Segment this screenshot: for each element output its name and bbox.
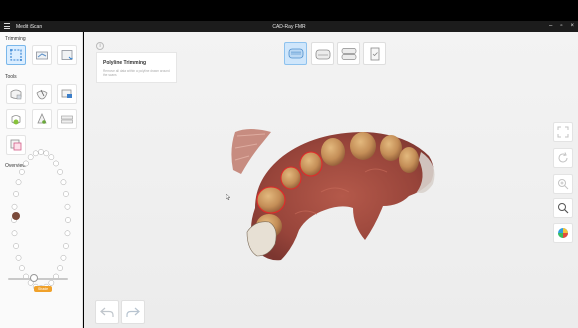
tooth-position[interactable] [53,160,59,167]
minimize-button[interactable]: – [549,23,552,29]
document-title: CAD-Ray FMR [272,23,306,30]
brush-trim-button[interactable] [32,45,52,65]
tooth-position[interactable] [57,169,63,175]
redo-button[interactable] [121,300,145,324]
tooth-position[interactable] [27,154,34,161]
rotate-icon [558,152,568,163]
color-map-icon [558,228,568,238]
fill-tool[interactable] [32,109,52,129]
restore-button[interactable]: ▫ [560,23,562,29]
fit-screen-button[interactable] [553,122,573,142]
close-button[interactable]: × [570,23,574,29]
selected-tooth[interactable] [12,212,20,220]
title-bar: Medit iScan CAD-Ray FMR – ▫ × [0,21,578,32]
report-button[interactable] [363,42,386,65]
scan-data-tool[interactable] [6,84,26,104]
tooth-position[interactable] [60,179,67,186]
tooth-position[interactable] [11,203,18,210]
undo-button[interactable] [95,300,119,324]
bite-align-tool[interactable] [57,109,77,129]
tooth-position[interactable] [60,254,67,261]
occlusion-icon [341,47,356,60]
tooth-position[interactable] [32,150,39,157]
tooth-position[interactable] [65,217,71,223]
upper-jaw-icon [288,48,303,58]
snapshot-tool[interactable] [57,84,77,104]
slider-track[interactable] [8,278,68,280]
mouse-cursor [226,194,230,200]
brush-trim-icon [36,51,48,60]
fit-screen-icon [557,126,569,138]
lower-jaw-icon [315,49,330,59]
tools-label: Tools [5,74,17,80]
zoom-in-icon [558,179,569,190]
slider-knob[interactable] [30,274,38,282]
lock-tooth-button[interactable] [57,45,77,65]
shade-badge[interactable]: Shade [34,286,52,292]
lower-jaw-button[interactable] [311,42,334,65]
tooth-position[interactable] [63,243,69,249]
tooth-position[interactable] [11,230,18,237]
tooth-position[interactable] [23,160,29,167]
tooltip-card: Polyline Trimming Remove all data within… [96,52,177,83]
mesh-edit-icon [36,89,48,100]
tooth-position[interactable] [19,265,25,271]
tooltip-title: Polyline Trimming [103,60,147,66]
rotate-button[interactable] [553,148,573,168]
tooth-position[interactable] [13,243,19,249]
info-icon[interactable]: i [96,42,104,50]
lock-tooth-icon [61,50,73,60]
tooth-position[interactable] [64,203,71,210]
polyline-trim-icon [10,49,22,61]
bite-align-icon [61,115,73,124]
dental-scan-model[interactable] [225,122,445,270]
tooth-position[interactable] [15,254,22,261]
tooth-position[interactable] [57,265,63,271]
tooth-position[interactable] [64,230,71,237]
color-map-button[interactable] [553,223,573,243]
tooth-position[interactable] [19,169,25,175]
zoom-button[interactable] [553,198,573,218]
zoom-icon [558,203,569,214]
tooth-ring [11,149,71,291]
tooth-position[interactable] [38,149,44,155]
tooth-position[interactable] [48,154,55,161]
polyline-trim-button[interactable] [6,45,26,65]
tooth-position[interactable] [48,279,55,286]
tooth-position[interactable] [43,150,50,157]
color-tooth-icon [11,115,21,125]
color-tool[interactable] [6,109,26,129]
trimming-label: Trimming [5,36,26,42]
mesh-edit-tool[interactable] [32,84,52,104]
tooth-position[interactable] [15,179,22,186]
top-black-bar [0,0,578,21]
clipboard-check-icon [370,47,379,60]
undo-icon [100,307,114,317]
tooth-position[interactable] [13,191,19,197]
upper-jaw-button[interactable] [284,42,307,65]
zoom-in-button[interactable] [553,174,573,194]
redo-icon [126,307,140,317]
scan-data-icon [10,89,22,100]
occlusion-button[interactable] [337,42,360,65]
tooltip-description: Remove all data within a polyline drawn … [103,69,170,77]
tooth-position[interactable] [63,191,69,197]
fill-cone-icon [37,113,47,124]
snapshot-icon [61,89,72,98]
